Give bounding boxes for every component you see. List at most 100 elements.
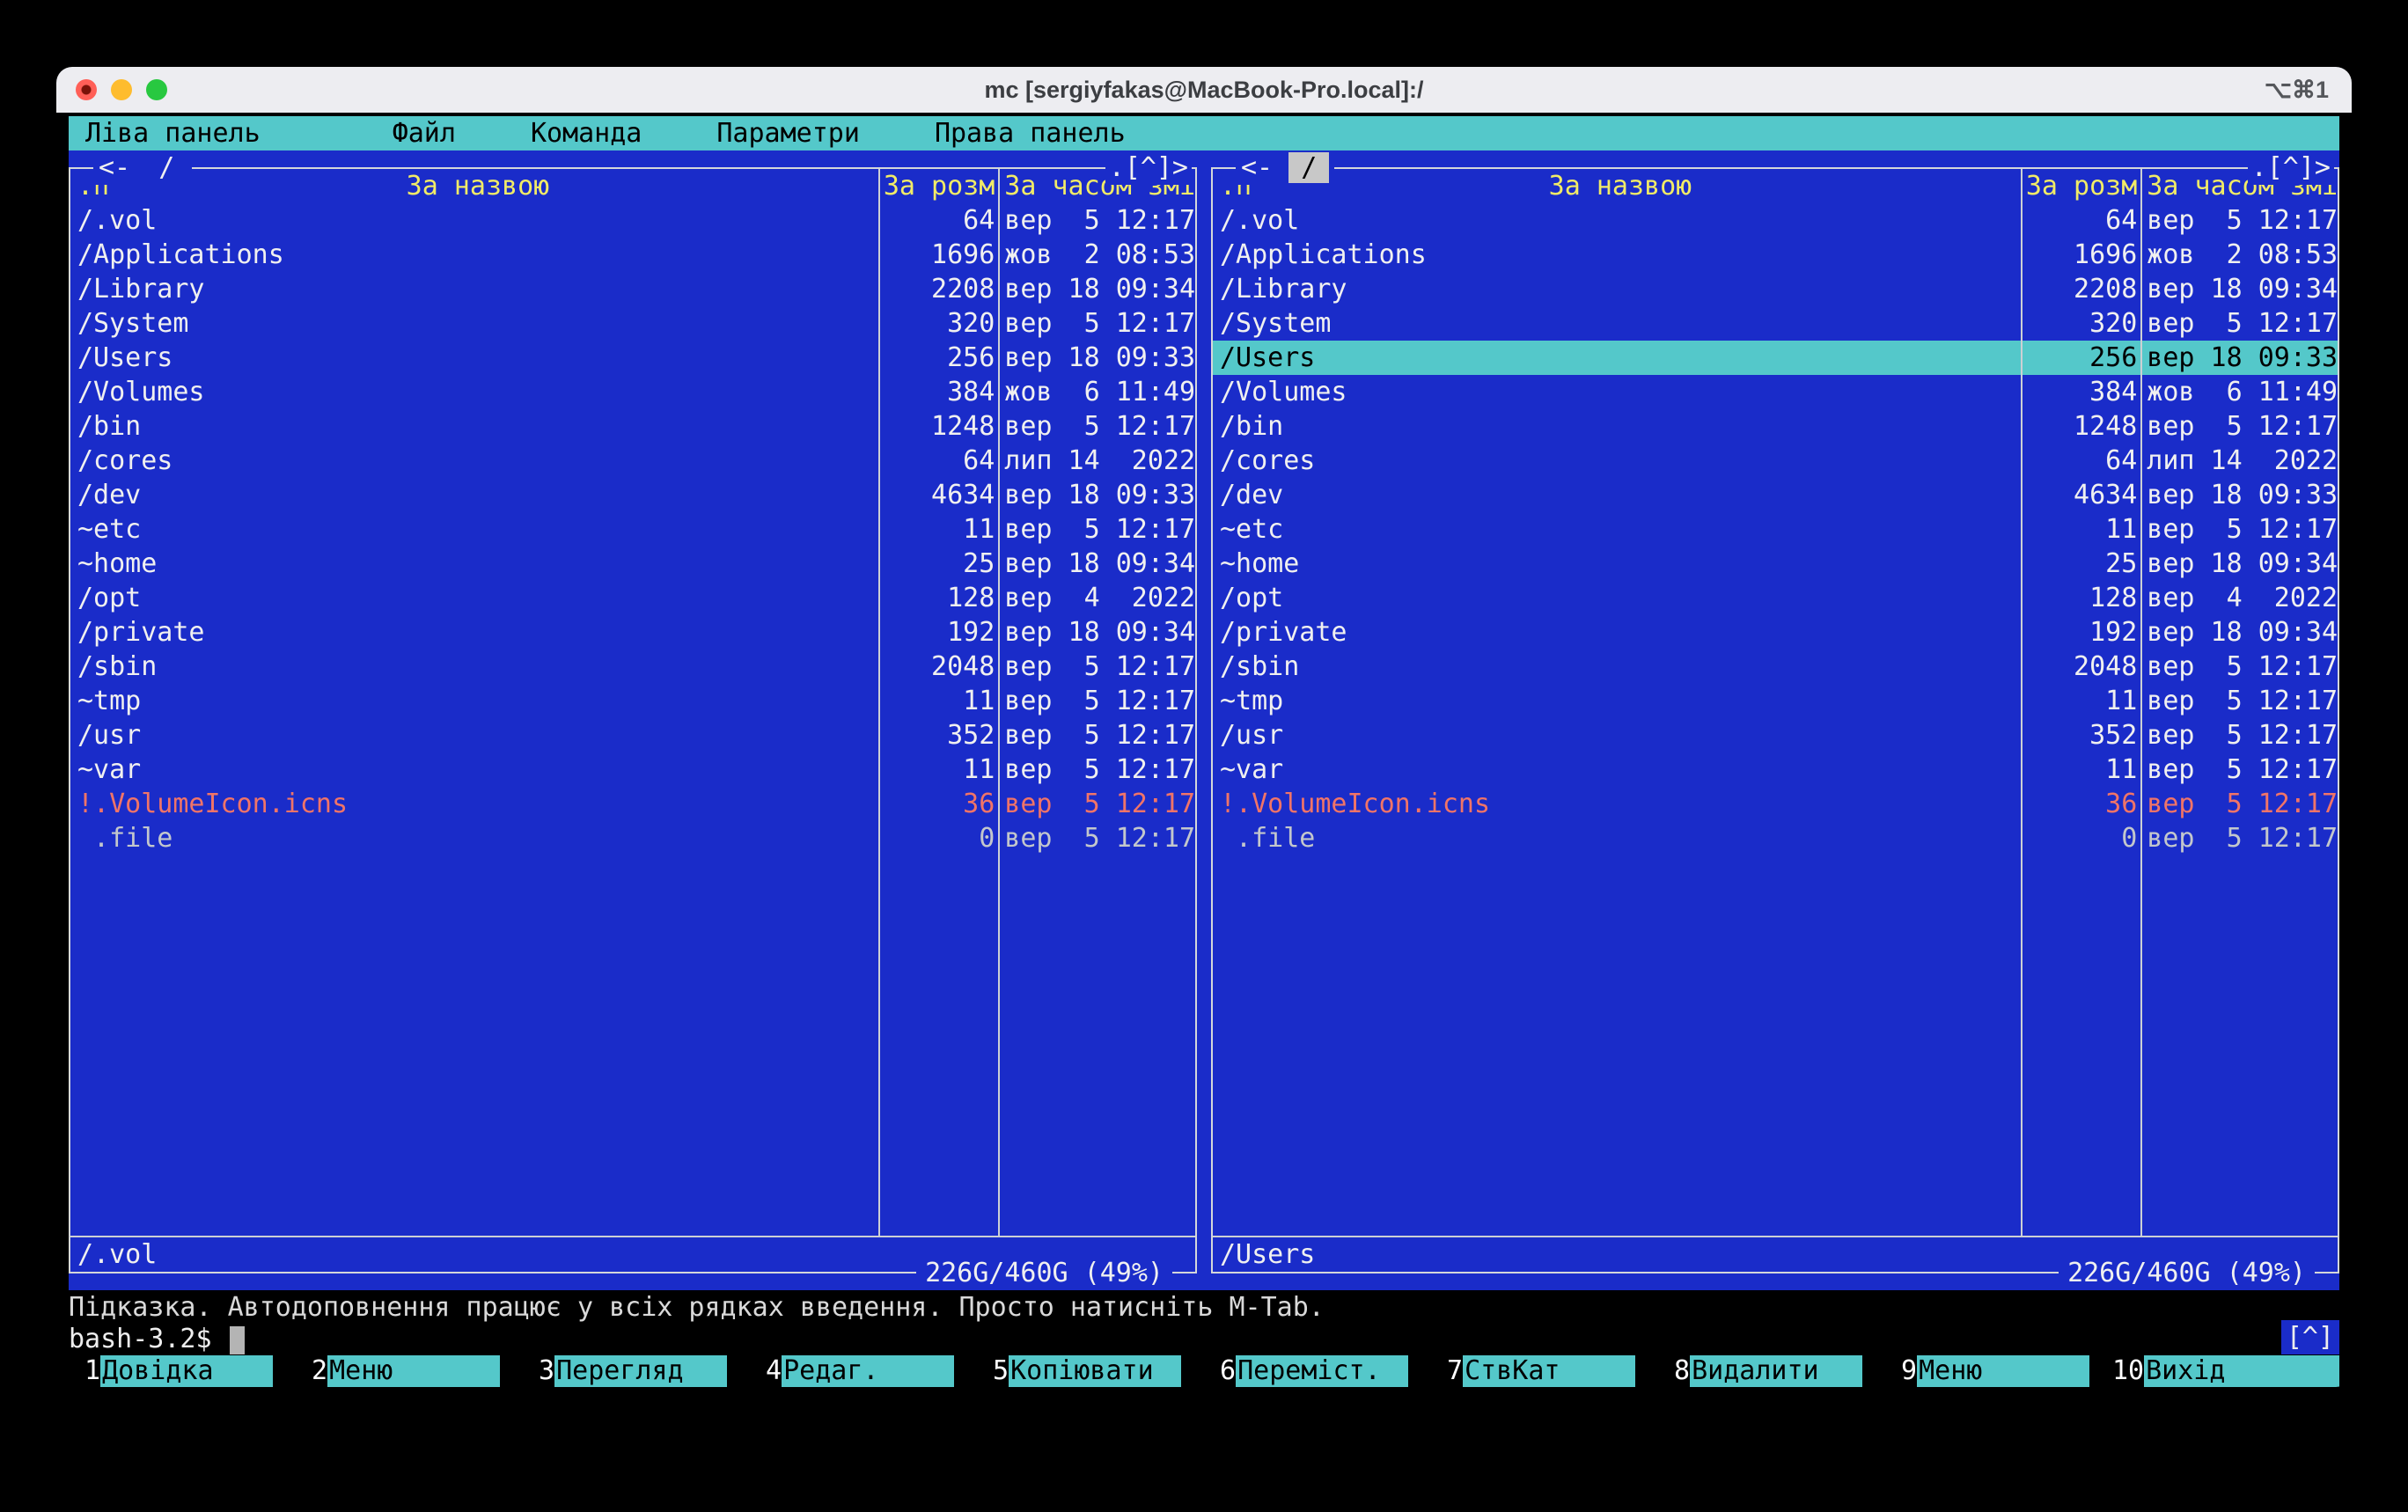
left-panel-filler <box>70 855 1195 1236</box>
fkey-button[interactable]: 2 Меню <box>296 1355 523 1387</box>
right-panel-updir-icon[interactable]: .[^]> <box>2248 150 2334 185</box>
shell-prompt: bash-3.2$ <box>69 1324 228 1354</box>
sort-by-size-header[interactable]: За розм <box>2021 169 2140 203</box>
file-row[interactable]: /bin 1248 вер 5 12:17 <box>1213 409 2338 444</box>
file-row[interactable]: ~etc 11 вер 5 12:17 <box>70 512 1195 547</box>
history-back-icon[interactable]: <- <box>99 152 146 183</box>
file-row[interactable]: /Volumes 384 жов 6 11:49 <box>1213 375 2338 409</box>
file-row[interactable]: /dev 4634 вер 18 09:33 <box>1213 478 2338 512</box>
fkey-label: Копіювати <box>1009 1355 1181 1387</box>
sort-by-size-header[interactable]: За розм <box>878 169 998 203</box>
menu-right-panel[interactable]: Права панель <box>935 116 1126 150</box>
panels-area: <- / .[^]> .nЗа назвою За розм За часом … <box>69 150 2339 1290</box>
left-panel-file-list: /.vol 64 вер 5 12:17 /Applications 1696 … <box>70 203 1195 855</box>
fkey-label: Довідка <box>100 1355 273 1387</box>
file-mtime: вер 5 12:17 <box>2140 650 2338 684</box>
file-name: .file <box>70 821 878 855</box>
file-mtime: вер 4 2022 <box>998 581 1195 615</box>
panel-resize-icon[interactable]: [^] <box>2281 1320 2339 1354</box>
file-row[interactable]: /Library 2208 вер 18 09:34 <box>1213 272 2338 306</box>
file-name: /Users <box>70 341 878 375</box>
left-panel-path[interactable]: <- / <box>93 150 192 185</box>
history-back-icon[interactable]: <- <box>1241 152 1288 183</box>
file-row[interactable]: ~var 11 вер 5 12:17 <box>1213 752 2338 787</box>
right-panel-path[interactable]: <- / <box>1236 150 1334 185</box>
fkey-button[interactable]: 7 СтвКат <box>1431 1355 1658 1387</box>
file-row[interactable]: /System 320 вер 5 12:17 <box>1213 306 2338 341</box>
fkey-button[interactable]: 3 Перегляд <box>523 1355 750 1387</box>
file-name: /dev <box>70 478 878 512</box>
menu-file[interactable]: Файл <box>393 116 456 150</box>
left-panel-updir-icon[interactable]: .[^]> <box>1105 150 1192 185</box>
file-name: /opt <box>70 581 878 615</box>
fkey-number: 8 <box>1658 1355 1690 1387</box>
fkey-button[interactable]: 9 Меню <box>1885 1355 2112 1387</box>
file-name: ~home <box>70 547 878 581</box>
file-row[interactable]: /cores 64 лип 14 2022 <box>1213 444 2338 478</box>
file-row[interactable]: /Applications 1696 жов 2 08:53 <box>70 238 1195 272</box>
fkey-number: 2 <box>296 1355 327 1387</box>
command-line[interactable]: bash-3.2$ [^] <box>69 1322 2339 1355</box>
file-row[interactable]: ~tmp 11 вер 5 12:17 <box>1213 684 2338 718</box>
file-row[interactable]: !.VolumeIcon.icns 36 вер 5 12:17 <box>70 787 1195 821</box>
file-row[interactable]: ~home 25 вер 18 09:34 <box>1213 547 2338 581</box>
titlebar[interactable]: mc [sergiyfakas@MacBook-Pro.local]:/ ⌥⌘1 <box>56 67 2352 113</box>
left-panel-disk-usage: 226G/460G (49%) <box>916 1256 1172 1290</box>
file-row[interactable]: /System 320 вер 5 12:17 <box>70 306 1195 341</box>
file-size: 64 <box>2021 203 2140 238</box>
window-title: mc [sergiyfakas@MacBook-Pro.local]:/ <box>56 77 2352 104</box>
left-panel-header-row: .nЗа назвою За розм За часом змі <box>70 169 1195 203</box>
menu-left-panel[interactable]: Ліва панель <box>85 116 261 150</box>
file-name: /bin <box>1213 409 2021 444</box>
file-row[interactable]: /.vol 64 вер 5 12:17 <box>70 203 1195 238</box>
file-row[interactable]: ~tmp 11 вер 5 12:17 <box>70 684 1195 718</box>
fkey-button[interactable]: 10 Вихід <box>2112 1355 2339 1387</box>
file-size: 1696 <box>2021 238 2140 272</box>
file-size: 11 <box>2021 512 2140 547</box>
menu-command[interactable]: Команда <box>531 116 642 150</box>
file-row[interactable]: /cores 64 лип 14 2022 <box>70 444 1195 478</box>
fkey-label: Перегляд <box>554 1355 727 1387</box>
file-row[interactable]: .file 0 вер 5 12:17 <box>70 821 1195 855</box>
fkey-button[interactable]: 4 Редаг. <box>750 1355 977 1387</box>
file-row[interactable]: /.vol 64 вер 5 12:17 <box>1213 203 2338 238</box>
fkey-button[interactable]: 5 Копіювати <box>977 1355 1204 1387</box>
file-name: .file <box>1213 821 2021 855</box>
file-row[interactable]: ~etc 11 вер 5 12:17 <box>1213 512 2338 547</box>
file-row[interactable]: ~home 25 вер 18 09:34 <box>70 547 1195 581</box>
file-row[interactable]: /opt 128 вер 4 2022 <box>1213 581 2338 615</box>
file-size: 64 <box>878 444 998 478</box>
fkey-button[interactable]: 8 Видалити <box>1658 1355 1885 1387</box>
file-row[interactable]: /dev 4634 вер 18 09:33 <box>70 478 1195 512</box>
file-name: ~etc <box>70 512 878 547</box>
file-name: /usr <box>1213 718 2021 752</box>
fkey-button[interactable]: 6 Переміст. <box>1204 1355 1431 1387</box>
fkey-number: 6 <box>1204 1355 1236 1387</box>
file-row[interactable]: .file 0 вер 5 12:17 <box>1213 821 2338 855</box>
file-mtime: вер 5 12:17 <box>2140 821 2338 855</box>
menu-options[interactable]: Параметри <box>716 116 860 150</box>
file-row[interactable]: /Users 256 вер 18 09:33 <box>70 341 1195 375</box>
fkey-button[interactable]: 1 Довідка <box>69 1355 296 1387</box>
file-size: 25 <box>2021 547 2140 581</box>
file-row[interactable]: /sbin 2048 вер 5 12:17 <box>70 650 1195 684</box>
file-row[interactable]: /usr 352 вер 5 12:17 <box>70 718 1195 752</box>
file-row[interactable]: /Library 2208 вер 18 09:34 <box>70 272 1195 306</box>
file-row[interactable]: ~var 11 вер 5 12:17 <box>70 752 1195 787</box>
file-name: ~var <box>70 752 878 787</box>
file-row[interactable]: /private 192 вер 18 09:34 <box>70 615 1195 650</box>
file-row[interactable]: /opt 128 вер 4 2022 <box>70 581 1195 615</box>
file-size: 128 <box>2021 581 2140 615</box>
file-row[interactable]: /sbin 2048 вер 5 12:17 <box>1213 650 2338 684</box>
file-mtime: лип 14 2022 <box>2140 444 2338 478</box>
file-row[interactable]: /Volumes 384 жов 6 11:49 <box>70 375 1195 409</box>
file-row[interactable]: /Users 256 вер 18 09:33 <box>1213 341 2338 375</box>
file-row[interactable]: /Applications 1696 жов 2 08:53 <box>1213 238 2338 272</box>
file-row[interactable]: !.VolumeIcon.icns 36 вер 5 12:17 <box>1213 787 2338 821</box>
file-row[interactable]: /usr 352 вер 5 12:17 <box>1213 718 2338 752</box>
file-row[interactable]: /private 192 вер 18 09:34 <box>1213 615 2338 650</box>
fkey-label: Переміст. <box>1236 1355 1408 1387</box>
mc-menubar: Ліва панель Файл Команда Параметри Права… <box>69 116 2339 150</box>
file-size: 2208 <box>2021 272 2140 306</box>
file-row[interactable]: /bin 1248 вер 5 12:17 <box>70 409 1195 444</box>
